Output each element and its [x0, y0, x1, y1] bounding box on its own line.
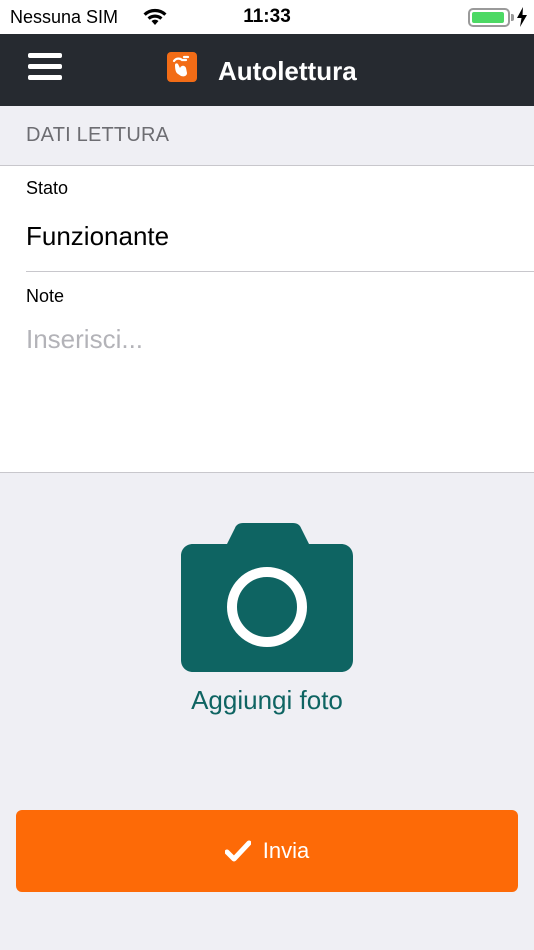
clock: 11:33 — [243, 6, 291, 27]
submit-button[interactable]: Invia — [16, 810, 518, 892]
field-divider — [26, 271, 534, 272]
app-logo-icon — [167, 52, 197, 82]
nav-bar: Autolettura — [0, 34, 534, 106]
checkmark-icon — [224, 840, 251, 862]
stato-label: Stato — [26, 178, 69, 198]
add-photo-button[interactable]: Aggiungi foto — [150, 515, 384, 725]
page-title: Autolettura — [218, 56, 357, 86]
submit-label: Invia — [262, 838, 310, 863]
reading-form: Stato Funzionante Note — [0, 166, 534, 473]
note-label: Note — [26, 286, 65, 306]
stato-select[interactable]: Funzionante — [26, 221, 169, 252]
battery-icon — [468, 8, 510, 27]
status-bar: Nessuna SIM 11:33 — [0, 0, 534, 34]
camera-icon — [181, 523, 353, 672]
add-photo-label: Aggiungi foto — [191, 685, 343, 715]
section-title: DATI LETTURA — [26, 124, 170, 146]
battery-level-fill — [472, 12, 504, 23]
hamburger-menu-icon[interactable] — [28, 53, 62, 81]
charging-bolt-icon — [517, 7, 527, 27]
battery-tip — [511, 14, 514, 21]
note-field[interactable] — [26, 324, 516, 454]
section-header: DATI LETTURA — [0, 106, 534, 166]
